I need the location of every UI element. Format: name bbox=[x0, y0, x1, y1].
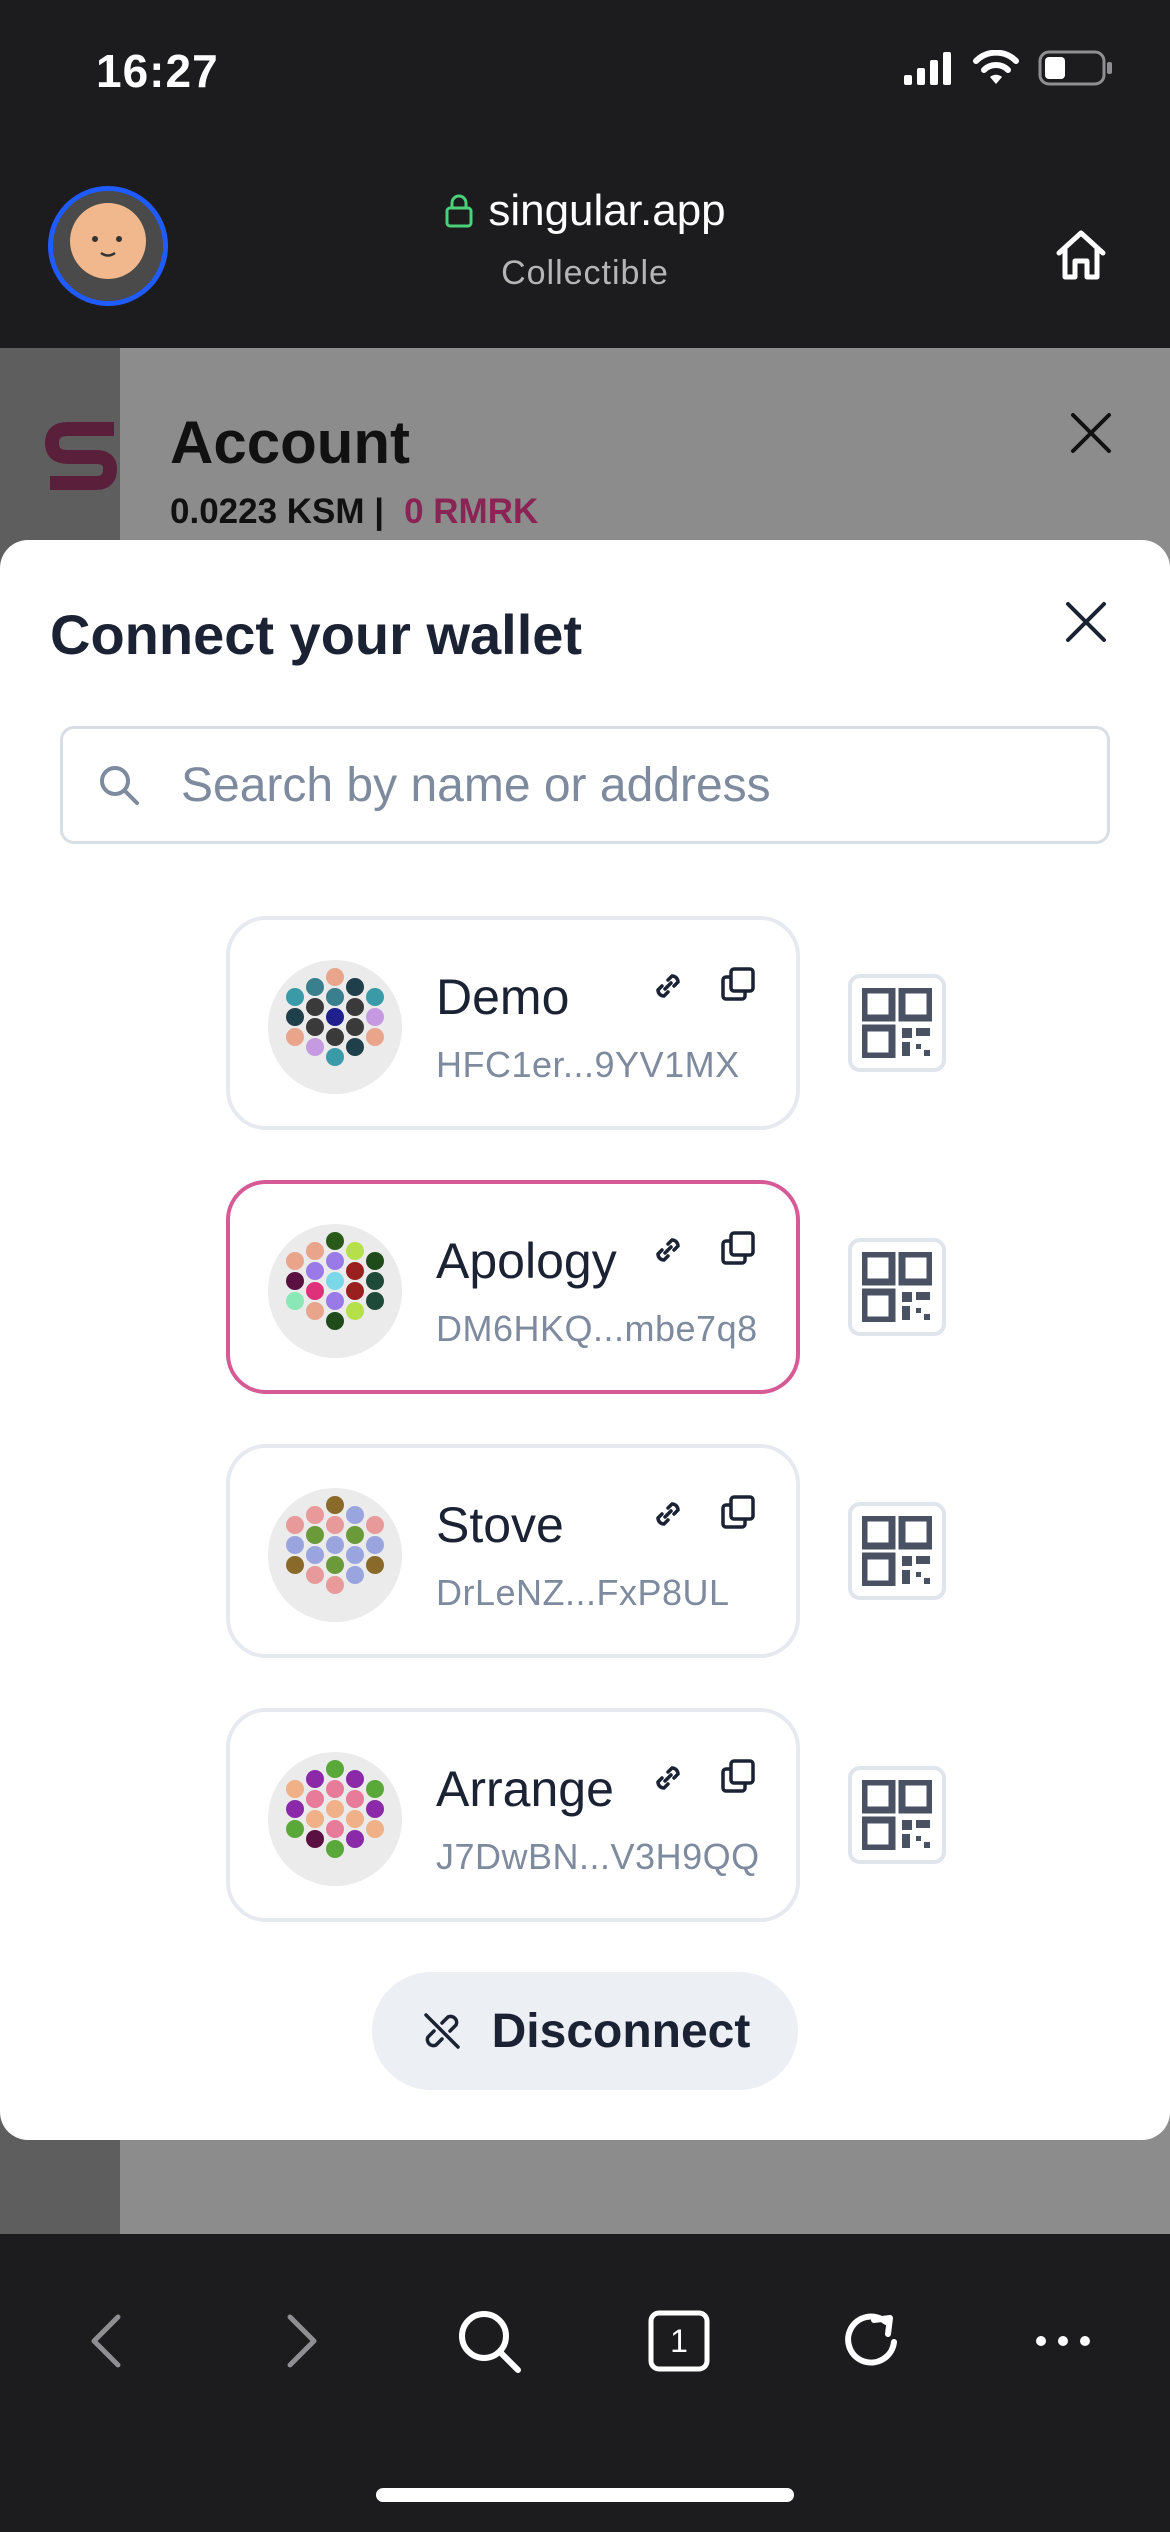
account-row: Demo HFC1er...9YV1MX bbox=[0, 916, 1170, 1130]
signal-icon bbox=[904, 52, 951, 85]
search-icon bbox=[459, 2311, 521, 2373]
modal-close-button[interactable] bbox=[1046, 582, 1126, 662]
home-indicator bbox=[376, 2488, 794, 2502]
link-icon[interactable] bbox=[648, 1758, 688, 1798]
qr-code-icon bbox=[862, 988, 932, 1058]
reload-icon bbox=[845, 2313, 897, 2366]
qr-code-button[interactable] bbox=[848, 1502, 946, 1600]
disconnect-button[interactable]: Disconnect bbox=[372, 1972, 798, 2090]
account-name: Arrange bbox=[436, 1761, 614, 1817]
account-address: DrLeNZ...FxP8UL bbox=[436, 1572, 730, 1613]
forward-button[interactable] bbox=[256, 2296, 346, 2386]
search-input[interactable] bbox=[181, 757, 1081, 813]
copy-icon[interactable] bbox=[718, 964, 758, 1004]
search-button[interactable] bbox=[444, 2296, 534, 2386]
close-icon bbox=[1066, 602, 1106, 642]
account-name: Demo bbox=[436, 969, 570, 1025]
copy-icon[interactable] bbox=[718, 1756, 758, 1796]
account-row: Stove DrLeNZ...FxP8UL bbox=[0, 1444, 1170, 1658]
account-card-stove[interactable]: Stove DrLeNZ...FxP8UL bbox=[226, 1444, 800, 1658]
status-bar: 16:27 bbox=[0, 0, 1170, 150]
battery-icon bbox=[1038, 50, 1112, 86]
back-icon bbox=[91, 2314, 121, 2368]
home-button[interactable] bbox=[1036, 210, 1126, 300]
copy-icon[interactable] bbox=[718, 1228, 758, 1268]
close-icon bbox=[1071, 413, 1111, 453]
qr-code-icon bbox=[862, 1780, 932, 1850]
lock-icon bbox=[445, 194, 473, 228]
tab-count: 1 bbox=[670, 2322, 688, 2359]
rmrk-balance: 0 RMRK bbox=[404, 492, 539, 531]
forward-icon bbox=[287, 2314, 317, 2368]
singular-logo bbox=[44, 418, 124, 510]
back-button[interactable] bbox=[62, 2296, 152, 2386]
account-identicon bbox=[268, 1488, 402, 1622]
copy-icon[interactable] bbox=[718, 1492, 758, 1532]
disconnect-label: Disconnect bbox=[491, 2004, 751, 2058]
page-subtitle: Collectible bbox=[501, 254, 669, 292]
qr-code-button[interactable] bbox=[848, 1238, 946, 1336]
account-title: Account bbox=[170, 409, 410, 476]
wifi-icon bbox=[973, 50, 1019, 84]
account-row: Apology DM6HKQ...mbe7q8 bbox=[0, 1180, 1170, 1394]
status-time: 16:27 bbox=[96, 45, 219, 97]
domain-text: singular.app bbox=[488, 186, 726, 235]
search-field[interactable] bbox=[60, 726, 1110, 844]
qr-code-button[interactable] bbox=[848, 1766, 946, 1864]
tabs-button[interactable]: 1 bbox=[634, 2296, 724, 2386]
browser-header: singular.app Collectible bbox=[0, 150, 1170, 348]
link-icon[interactable] bbox=[648, 1230, 688, 1270]
link-icon[interactable] bbox=[648, 966, 688, 1006]
account-card-apology[interactable]: Apology DM6HKQ...mbe7q8 bbox=[226, 1180, 800, 1394]
account-card-demo[interactable]: Demo HFC1er...9YV1MX bbox=[226, 916, 800, 1130]
address-bar[interactable]: singular.app Collectible bbox=[0, 186, 1170, 293]
home-icon bbox=[1056, 230, 1106, 280]
link-icon[interactable] bbox=[648, 1494, 688, 1534]
qr-code-button[interactable] bbox=[848, 974, 946, 1072]
account-row: Arrange J7DwBN...V3H9QQ bbox=[0, 1708, 1170, 1922]
account-address: J7DwBN...V3H9QQ bbox=[436, 1836, 760, 1877]
qr-code-icon bbox=[862, 1516, 932, 1586]
unlink-icon bbox=[423, 2013, 460, 2049]
account-name: Stove bbox=[436, 1497, 564, 1553]
account-close-button[interactable] bbox=[1056, 398, 1126, 468]
account-address: DM6HKQ...mbe7q8 bbox=[436, 1308, 758, 1349]
search-icon bbox=[100, 766, 139, 805]
ksm-balance: 0.0223 KSM | bbox=[170, 492, 385, 531]
account-card-arrange[interactable]: Arrange J7DwBN...V3H9QQ bbox=[226, 1708, 800, 1922]
account-identicon bbox=[268, 1224, 402, 1358]
account-balance: 0.0223 KSM | 0 RMRK bbox=[170, 492, 538, 532]
account-name: Apology bbox=[436, 1233, 617, 1289]
account-address: HFC1er...9YV1MX bbox=[436, 1044, 740, 1085]
account-identicon bbox=[268, 1752, 402, 1886]
reload-button[interactable] bbox=[826, 2296, 916, 2386]
modal-title: Connect your wallet bbox=[50, 603, 583, 666]
more-button[interactable] bbox=[1018, 2296, 1108, 2386]
connect-wallet-modal: Connect your wallet Search by name or ad… bbox=[0, 540, 1170, 2140]
account-identicon bbox=[268, 960, 402, 1094]
status-icons bbox=[904, 50, 1114, 86]
qr-code-icon bbox=[862, 1252, 932, 1322]
more-icon bbox=[1036, 2336, 1090, 2346]
